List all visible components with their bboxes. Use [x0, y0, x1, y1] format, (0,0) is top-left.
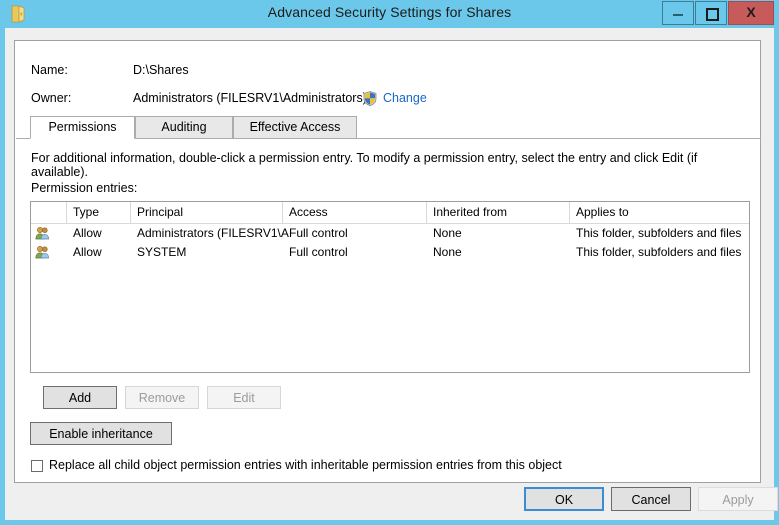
add-button[interactable]: Add [43, 386, 117, 409]
name-label: Name: [31, 63, 68, 77]
owner-label: Owner: [31, 91, 71, 105]
table-header-row: Type Principal Access Inherited from App… [31, 202, 749, 224]
table-row[interactable]: Allow Administrators (FILESRV1\Ad... Ful… [31, 224, 749, 243]
cell-applies-to: This folder, subfolders and files [570, 243, 749, 262]
edit-button[interactable]: Edit [207, 386, 281, 409]
title-bar: Advanced Security Settings for Shares X [0, 0, 779, 28]
info-text: For additional information, double-click… [31, 151, 746, 179]
maximize-button[interactable] [695, 1, 727, 25]
minimize-icon [673, 14, 683, 16]
column-header-access[interactable]: Access [283, 202, 427, 223]
permission-entries-list[interactable]: Type Principal Access Inherited from App… [30, 201, 750, 373]
column-header-type[interactable]: Type [67, 202, 131, 223]
user-group-icon [35, 226, 51, 241]
cell-access: Full control [283, 243, 427, 262]
dialog-window: Advanced Security Settings for Shares X … [0, 0, 779, 525]
apply-button[interactable]: Apply [698, 487, 778, 511]
cell-principal: SYSTEM [131, 243, 289, 262]
cell-principal: Administrators (FILESRV1\Ad... [131, 224, 289, 243]
tab-effective-access[interactable]: Effective Access [233, 116, 357, 139]
uac-shield-icon [363, 91, 377, 106]
ok-button[interactable]: OK [524, 487, 604, 511]
name-row: Name: D:\Shares [31, 63, 731, 81]
cell-access: Full control [283, 224, 427, 243]
cancel-button[interactable]: Cancel [611, 487, 691, 511]
tabstrip: Permissions Auditing Effective Access [16, 116, 761, 139]
cell-type: Allow [67, 243, 131, 262]
table-row[interactable]: Allow SYSTEM Full control None This fold… [31, 243, 749, 262]
content-panel: Name: D:\Shares Owner: Administrators (F… [14, 40, 761, 483]
tab-auditing[interactable]: Auditing [135, 116, 233, 139]
cell-inherited-from: None [427, 243, 570, 262]
owner-value: Administrators (FILESRV1\Administrators) [133, 91, 367, 105]
owner-row: Owner: Administrators (FILESRV1\Administ… [31, 91, 731, 109]
name-value: D:\Shares [133, 63, 189, 77]
replace-child-permissions-checkbox[interactable] [31, 460, 43, 472]
user-group-icon [35, 245, 51, 260]
replace-child-permissions-label: Replace all child object permission entr… [49, 458, 562, 472]
column-header-icon[interactable] [31, 202, 67, 223]
close-button[interactable]: X [728, 1, 774, 25]
column-header-inherited-from[interactable]: Inherited from [427, 202, 570, 223]
minimize-button[interactable] [662, 1, 694, 25]
column-header-principal[interactable]: Principal [131, 202, 283, 223]
tab-permissions[interactable]: Permissions [30, 116, 135, 139]
cell-inherited-from: None [427, 224, 570, 243]
remove-button[interactable]: Remove [125, 386, 199, 409]
column-header-applies-to[interactable]: Applies to [570, 202, 749, 223]
close-icon: X [729, 4, 773, 20]
maximize-icon [706, 8, 719, 21]
change-owner-link[interactable]: Change [383, 91, 427, 105]
cell-applies-to: This folder, subfolders and files [570, 224, 749, 243]
enable-inheritance-button[interactable]: Enable inheritance [30, 422, 172, 445]
permission-entries-label: Permission entries: [31, 181, 137, 195]
dialog-body: Name: D:\Shares Owner: Administrators (F… [5, 28, 774, 520]
cell-type: Allow [67, 224, 131, 243]
window-controls: X [661, 1, 774, 25]
